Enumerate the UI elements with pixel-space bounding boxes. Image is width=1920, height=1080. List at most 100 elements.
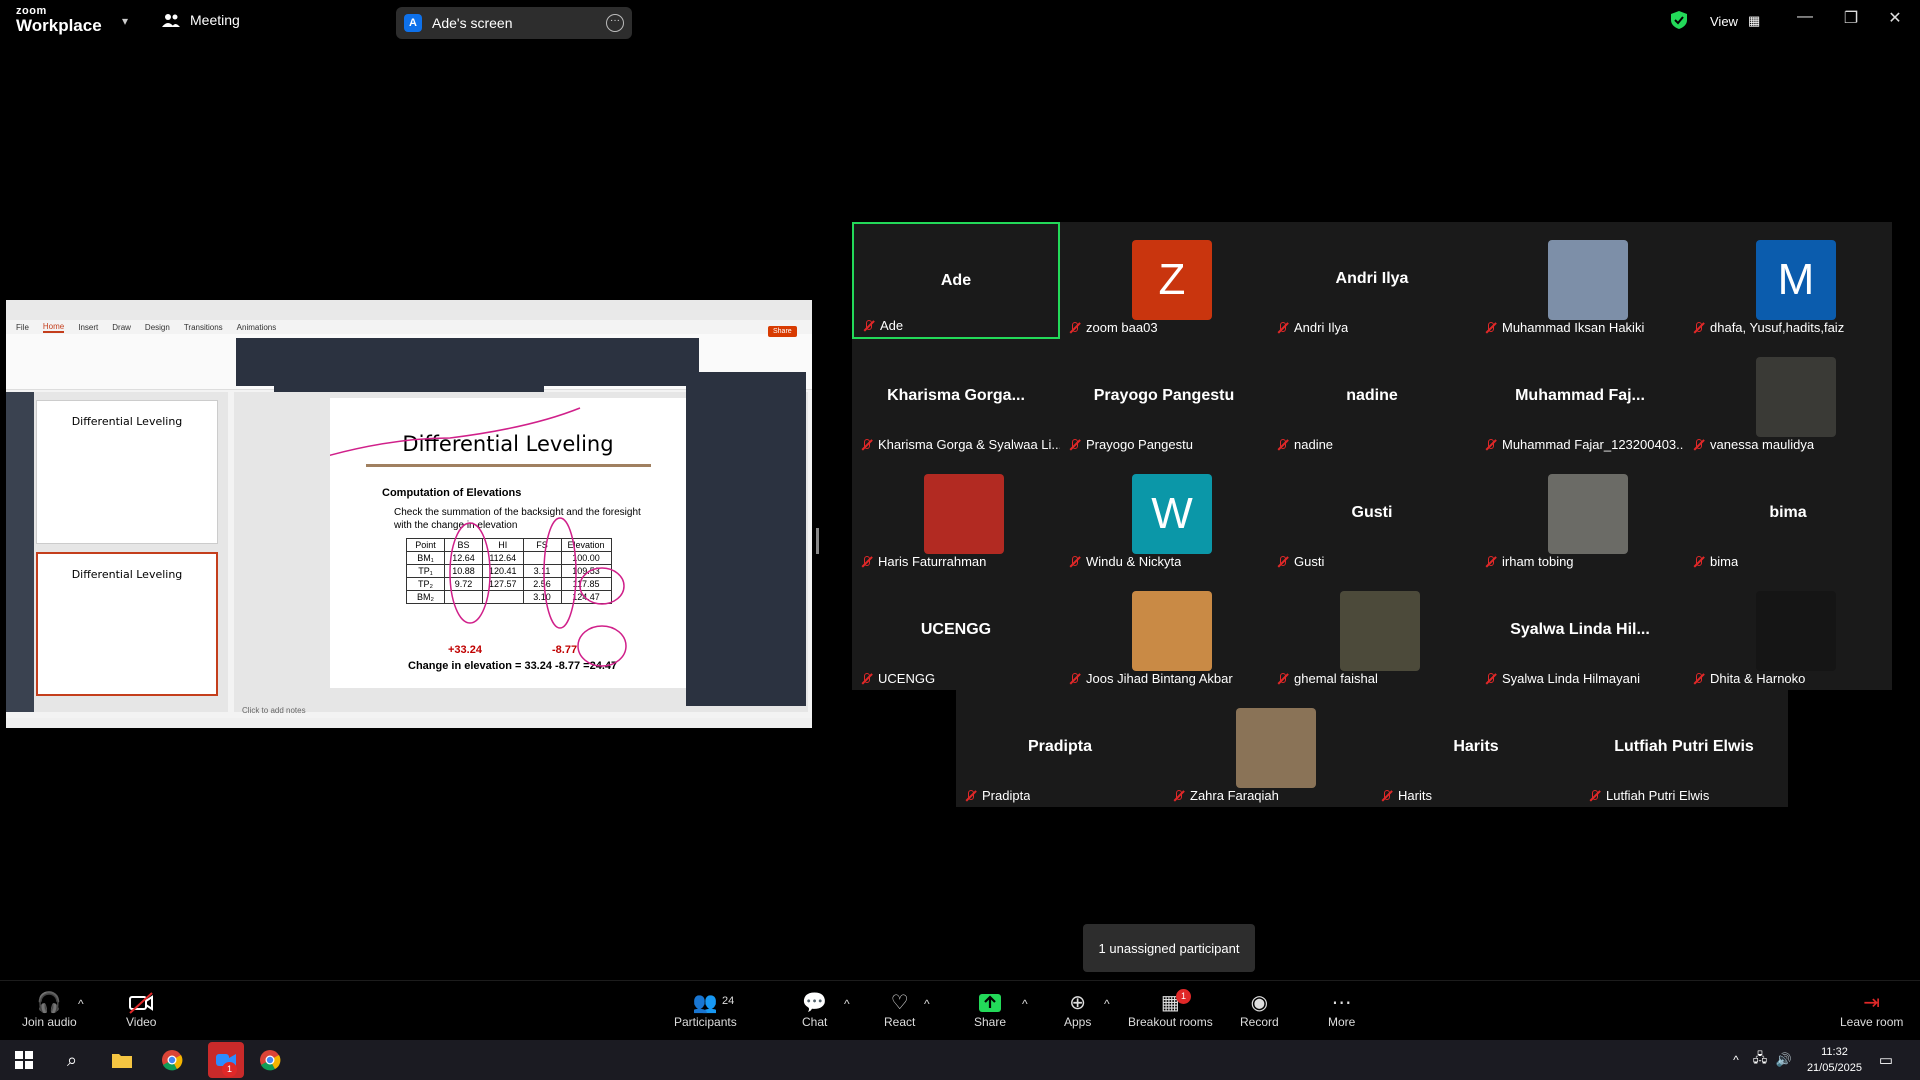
volume-icon[interactable]: 🔊 [1772,1048,1796,1072]
breakout-rooms-button[interactable]: ▦ Breakout rooms [1128,991,1213,1029]
participant-tile[interactable]: irham tobing [1476,456,1684,573]
chevron-down-icon[interactable]: ▾ [122,14,128,28]
apps-icon: ⊕ [1069,992,1087,1014]
react-button[interactable]: ♡ React [884,991,915,1029]
participant-name: Muhammad Iksan Hakiki [1502,320,1645,335]
share-button[interactable]: Share [974,991,1006,1029]
share-caret-icon[interactable]: ^ [1022,997,1028,1011]
participant-tile[interactable]: Kharisma Gorga... Kharisma Gorga & Syalwa… [852,339,1060,456]
participant-tile[interactable]: Syalwa Linda Hil... Syalwa Linda Hilmayan… [1476,573,1684,690]
encryption-shield-icon[interactable] [1670,10,1688,35]
menu-file: File [16,322,29,332]
windows-taskbar: ⌕ 1 ^ 🖧 🔊 11:32 21/05/2025 ▭ [0,1040,1920,1080]
mic-muted-icon [1276,438,1288,451]
record-button[interactable]: ◉ Record [1240,991,1279,1029]
participant-name: Lutfiah Putri Elwis [1606,788,1710,803]
participants-label: Participants [674,1015,737,1029]
participant-tile[interactable]: Lutfiah Putri Elwis Lutfiah Putri Elwis [1580,690,1788,807]
screen-share-indicator[interactable]: A Ade's screen ··· [396,7,632,39]
system-clock[interactable]: 11:32 21/05/2025 [1807,1044,1862,1076]
participant-name: bima [1710,554,1739,569]
participant-name: nadine [1294,437,1334,452]
windows-start-icon[interactable] [12,1048,36,1072]
participant-tile[interactable]: Harits Harits [1372,690,1580,807]
chat-label: Chat [802,1015,828,1029]
more-button[interactable]: ⋯ More [1328,991,1355,1029]
participant-tile[interactable]: Muhammad Faj... Muhammad Fajar_123200403.… [1476,339,1684,456]
tray-chevron-icon[interactable]: ^ [1724,1048,1748,1072]
participant-tile[interactable]: Zahra Faraqiah [1164,690,1372,807]
participant-name: Windu & Nickyta [1086,554,1182,569]
mic-muted-icon [860,672,872,685]
view-button[interactable]: View ▦ [1710,13,1760,29]
participant-tile[interactable]: Dhita & Harnoko [1684,573,1892,690]
participant-name: UCENGG [878,671,936,686]
restore-icon[interactable]: ❐ [1836,8,1866,28]
notifications-icon[interactable]: ▭ [1874,1048,1898,1072]
participant-photo [1756,357,1836,437]
participant-photo [1236,708,1316,788]
participant-name: Ade [880,318,904,333]
leave-room-button[interactable]: ⇥ Leave room [1840,991,1903,1029]
participant-tile[interactable]: W Windu & Nickyta [1060,456,1268,573]
split-view-handle[interactable] [816,528,819,554]
participant-display-name: Lutfiah Putri Elwis [1614,738,1754,755]
participant-tile[interactable]: vanessa maulidya [1684,339,1892,456]
participant-letter-avatar: W [1132,474,1212,554]
participant-tile[interactable]: ghemal faishal [1268,573,1476,690]
participant-tile[interactable]: Andri Ilya Andri Ilya [1268,222,1476,339]
chat-icon: 💬 [802,992,828,1014]
participant-tile[interactable]: Mdhafa, Yusuf,hadits,faiz [1684,222,1892,339]
participant-name: Prayogo Pangestu [1086,437,1193,452]
join-audio-button[interactable]: 🎧 Join audio [22,991,77,1029]
clock-date: 21/05/2025 [1806,1062,1862,1074]
participant-tile[interactable]: Gusti Gusti [1268,456,1476,573]
react-caret-icon[interactable]: ^ [924,997,930,1011]
chrome-active-icon[interactable] [258,1048,282,1072]
screen-share-label: Ade's screen [432,15,513,31]
participant-letter-avatar: M [1756,240,1836,320]
search-icon[interactable]: ⌕ [60,1048,84,1072]
more-options-icon[interactable]: ··· [606,14,624,32]
participant-name: Harits [1398,788,1432,803]
minimize-icon[interactable]: — [1790,8,1820,26]
network-icon[interactable]: 🖧 [1748,1048,1772,1072]
meeting-menu[interactable]: Meeting [162,12,240,28]
shared-screen[interactable]: File Home Insert Draw Design Transitions… [6,300,812,728]
zoom-logo: zoom Workplace [16,6,102,35]
file-explorer-icon[interactable] [110,1048,134,1072]
audio-caret-icon[interactable]: ^ [78,997,84,1011]
video-button[interactable]: Video [126,991,156,1029]
thumbnail-title: Differential Leveling [71,415,183,428]
participant-name-label: Lutfiah Putri Elwis [1588,788,1709,803]
participant-display-name: nadine [1346,387,1398,404]
apps-caret-icon[interactable]: ^ [1104,997,1110,1011]
participant-tile[interactable]: Muhammad Iksan Hakiki [1476,222,1684,339]
participant-tile[interactable]: Haris Faturrahman [852,456,1060,573]
mic-muted-icon [1068,321,1080,334]
participant-tile[interactable]: Ade Ade [852,222,1060,339]
participant-photo [1756,591,1836,671]
close-icon[interactable]: ✕ [1880,8,1910,28]
participant-name-label: UCENGG [860,671,935,686]
participant-tile[interactable]: Prayogo Pangestu Prayogo Pangestu [1060,339,1268,456]
participant-name-label: Harits [1380,788,1432,803]
headphones-icon: 🎧 [36,992,62,1014]
menu-home: Home [42,321,65,333]
chat-caret-icon[interactable]: ^ [844,997,850,1011]
participant-tile[interactable]: UCENGG UCENGG [852,573,1060,690]
participant-tile[interactable]: nadine nadine [1268,339,1476,456]
meeting-toolbar: 🎧 Join audio ^ Video 👥 Participants 24 💬… [0,980,1920,1040]
menu-animations: Animations [236,322,277,332]
thumbnail-title: Differential Leveling [71,568,183,581]
participant-tile[interactable]: Pradipta Pradipta [956,690,1164,807]
participant-tile[interactable]: bima bima [1684,456,1892,573]
chat-button[interactable]: 💬 Chat [802,991,827,1029]
apps-button[interactable]: ⊕ Apps [1064,991,1091,1029]
participant-photo [924,474,1004,554]
participant-name-label: Muhammad Iksan Hakiki [1484,320,1644,335]
participant-tile[interactable]: Joos Jihad Bintang Akbar [1060,573,1268,690]
chrome-icon[interactable] [160,1048,184,1072]
participant-tile[interactable]: Zzoom baa03 [1060,222,1268,339]
participant-display-name: Syalwa Linda Hil... [1510,621,1650,638]
